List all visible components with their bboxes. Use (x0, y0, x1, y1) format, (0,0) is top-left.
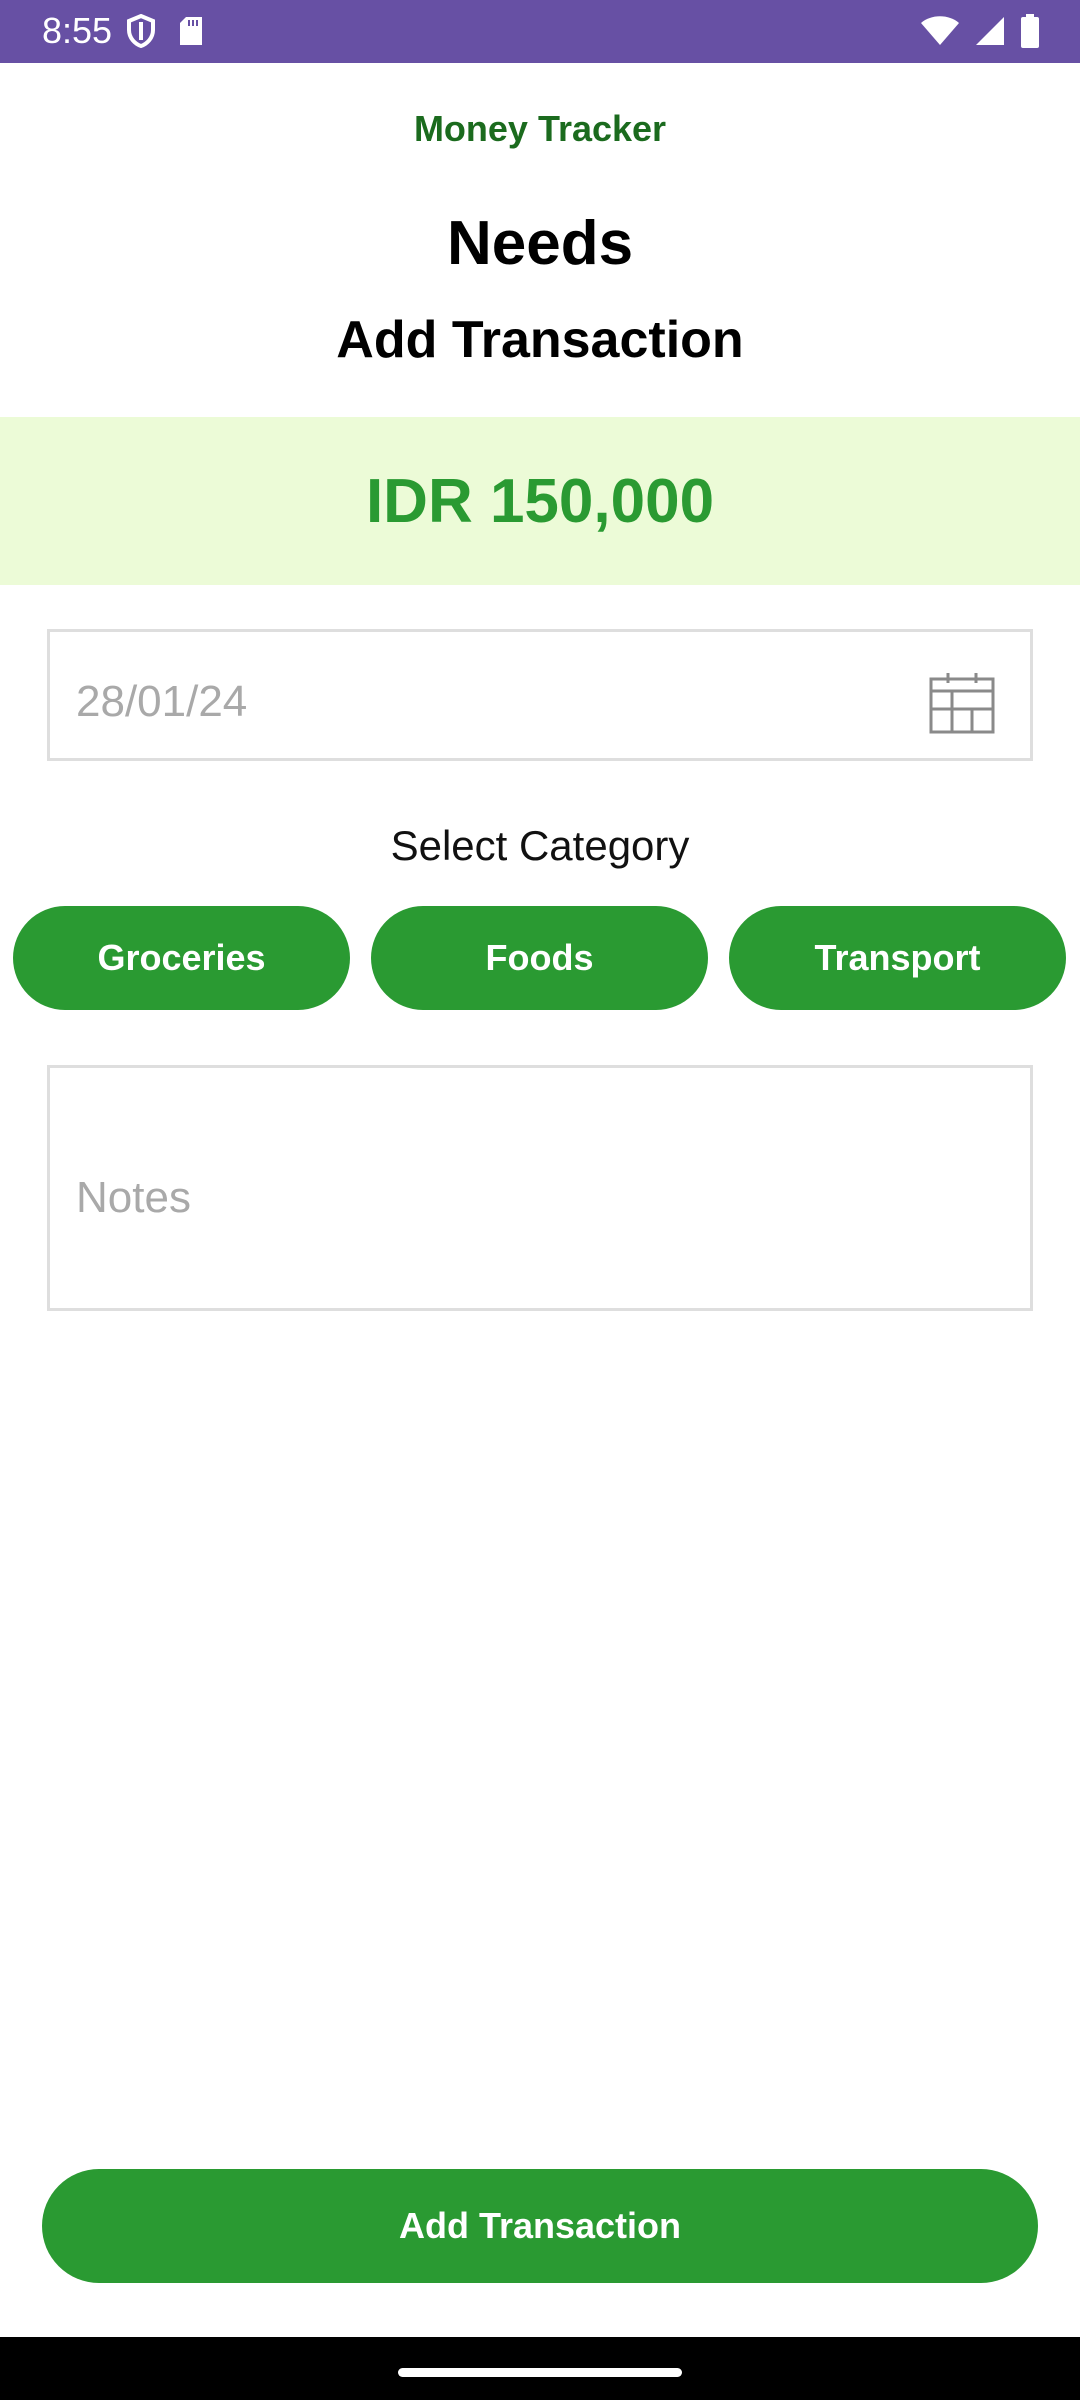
wifi-icon (921, 16, 959, 45)
status-bar: 8:55 (0, 0, 1080, 63)
amount-text: IDR 150,000 (365, 466, 715, 536)
battery-icon (1021, 14, 1039, 48)
shield-icon (127, 14, 155, 48)
status-left-icons (126, 14, 204, 48)
date-value: 28/01/24 (76, 677, 248, 726)
calendar-icon[interactable] (928, 671, 998, 735)
date-field[interactable]: 28/01/24 (47, 629, 1033, 761)
amount-banner: IDR 150,000 (0, 417, 1080, 585)
app-title: Money Tracker (413, 108, 667, 149)
notes-placeholder: Notes (76, 1173, 191, 1222)
sd-card-icon (180, 17, 202, 45)
status-right-icons (920, 14, 1040, 48)
category-groceries-button[interactable]: Groceries (13, 906, 350, 1010)
signal-icon (976, 17, 1004, 45)
category-transport-button[interactable]: Transport (729, 906, 1066, 1010)
notes-field[interactable]: Notes (47, 1065, 1033, 1311)
category-foods-button[interactable]: Foods (371, 906, 708, 1010)
navigation-bar (0, 2337, 1080, 2400)
page-title: Add Transaction (336, 311, 744, 369)
home-indicator[interactable] (398, 2368, 682, 2377)
section-title: Needs (446, 209, 634, 278)
add-transaction-button[interactable]: Add Transaction (42, 2169, 1038, 2283)
category-options: Groceries Foods Transport (13, 906, 1067, 1010)
status-time: 8:55 (42, 10, 113, 51)
category-label: Select Category (390, 822, 690, 869)
